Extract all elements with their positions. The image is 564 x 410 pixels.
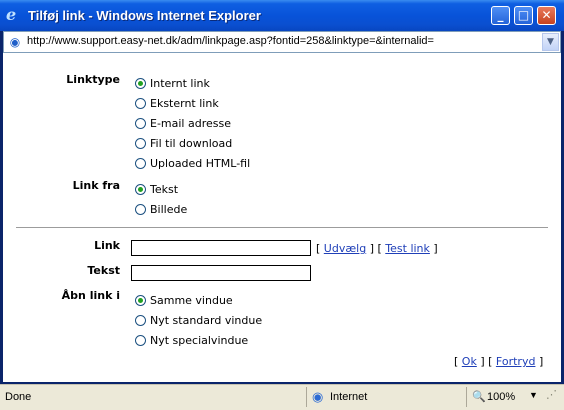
title-bar[interactable]: e Tilføj link - Windows Internet Explore… [0,0,564,31]
globe-icon: ◉ [312,389,324,404]
link-label: Link [94,239,120,252]
footer-actions: [ Ok ] [ Fortryd ] [454,355,544,368]
link-actions: [ Udvælg ] [ Test link ] [316,242,438,255]
status-text: Done [5,391,32,403]
linktype-option-html[interactable]: Uploaded HTML-fil [135,157,250,170]
radio-button[interactable] [135,295,146,306]
radio-button[interactable] [135,98,146,109]
zone-text: Internet [330,391,368,403]
radio-button[interactable] [135,204,146,215]
radio-button[interactable] [135,78,146,89]
test-link[interactable]: Test link [385,242,430,255]
linkfra-label: Link fra [72,179,120,192]
linktype-option-email[interactable]: E-mail adresse [135,117,231,130]
radio-button[interactable] [135,335,146,346]
fortryd-button[interactable]: Fortryd [496,355,536,368]
dialog-content: Linktype Internt link Eksternt link E-ma… [3,53,561,382]
radio-button[interactable] [135,315,146,326]
radio-button[interactable] [135,158,146,169]
tekst-label: Tekst [87,264,120,277]
radio-button[interactable] [135,118,146,129]
linktype-option-internt[interactable]: Internt link [135,77,210,90]
separator [16,227,548,228]
radio-button[interactable] [135,138,146,149]
maximize-button[interactable]: □ [514,6,533,25]
close-button[interactable]: ✕ [537,6,556,25]
linktype-option-eksternt[interactable]: Eksternt link [135,97,219,110]
address-bar[interactable]: ◉ http://www.support.easy-net.dk/adm/lin… [3,31,561,53]
radio-button[interactable] [135,184,146,195]
browser-window: e Tilføj link - Windows Internet Explore… [0,0,564,410]
resize-grip-icon[interactable]: ⋰ [546,388,557,401]
zoom-icon: 🔍 [472,391,486,403]
status-bar: Done ◉ Internet 🔍 100% ▼ ⋰ [0,384,564,410]
window-title: Tilføj link - Windows Internet Explorer [28,8,261,23]
status-divider [466,387,467,407]
internet-explorer-icon: e [6,5,17,24]
page-icon: ◉ [9,35,21,49]
address-dropdown-button[interactable]: ▼ [542,33,559,51]
address-url[interactable]: http://www.support.easy-net.dk/adm/linkp… [27,35,434,47]
ok-button[interactable]: Ok [462,355,477,368]
zoom-dropdown-icon[interactable]: ▼ [529,390,538,400]
linkfra-option-billede[interactable]: Billede [135,203,187,216]
linktype-option-fil[interactable]: Fil til download [135,137,232,150]
link-input[interactable] [131,240,311,256]
aabn-option-standard[interactable]: Nyt standard vindue [135,314,262,327]
linkfra-option-tekst[interactable]: Tekst [135,183,178,196]
aabn-label: Åbn link i [61,289,120,302]
linktype-label: Linktype [66,73,120,86]
tekst-input[interactable] [131,265,311,281]
minimize-button[interactable]: _ [491,6,510,25]
status-divider [306,387,307,407]
udvaelg-link[interactable]: Udvælg [324,242,366,255]
aabn-option-samme[interactable]: Samme vindue [135,294,233,307]
zoom-level[interactable]: 100% [487,391,515,403]
aabn-option-special[interactable]: Nyt specialvindue [135,334,248,347]
